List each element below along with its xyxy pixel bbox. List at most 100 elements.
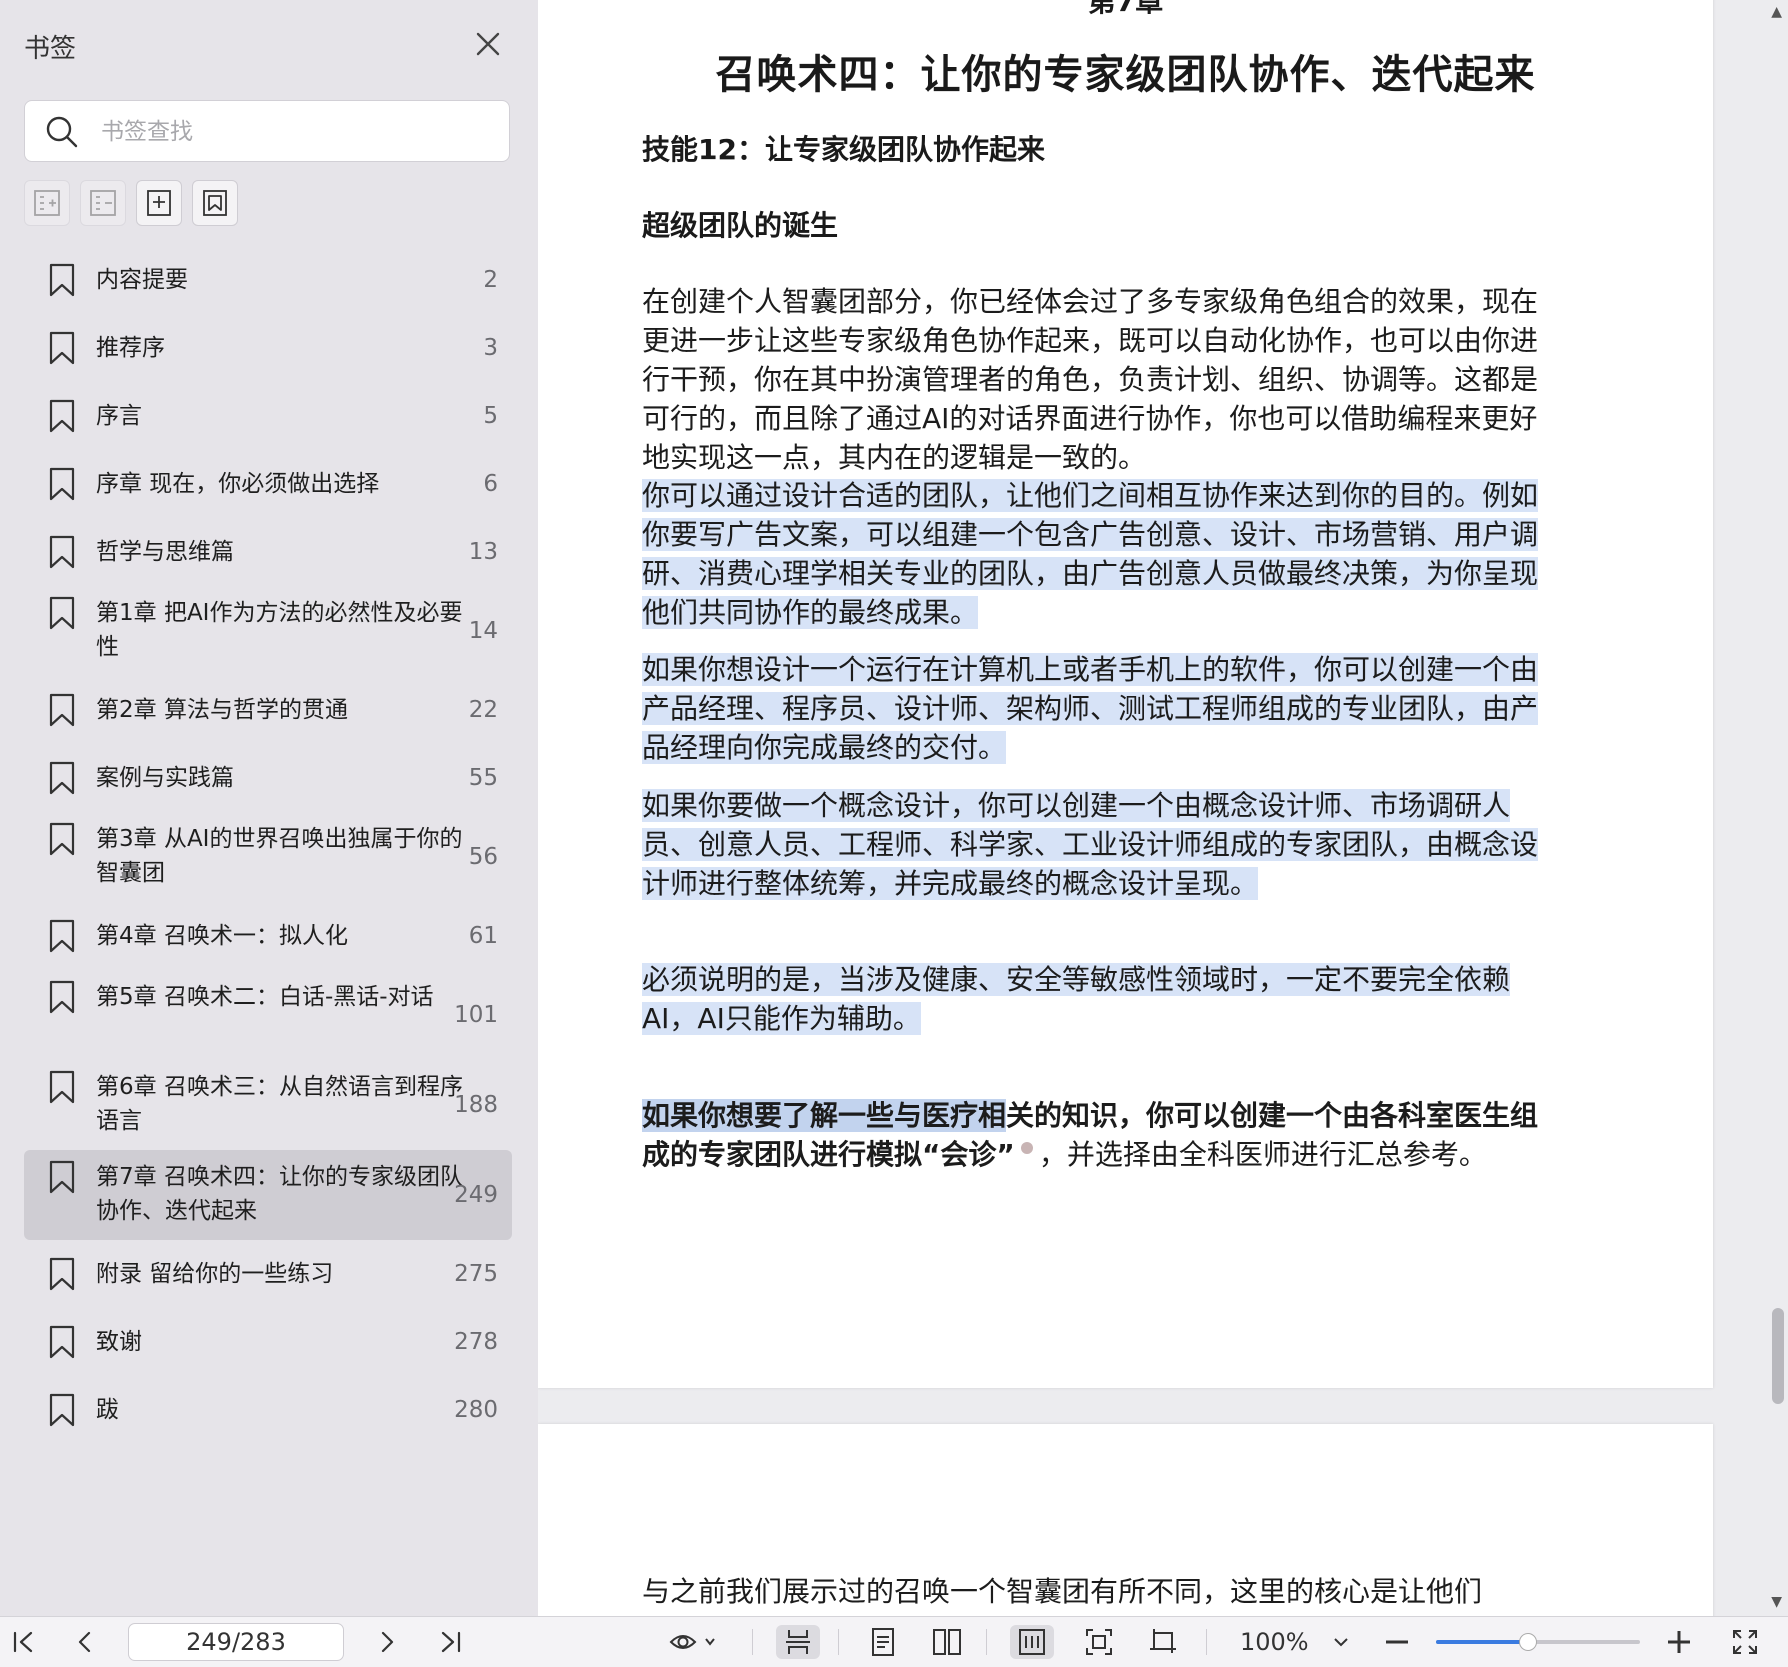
bookmark-icon xyxy=(49,693,75,727)
document-page: 第7章 召唤术四：让你的专家级团队协作、迭代起来 技能12：让专家级团队协作起来… xyxy=(538,0,1713,1388)
last-page-icon[interactable] xyxy=(434,1625,468,1659)
bookmark-item[interactable]: 第1章 把AI作为方法的必然性及必要性 14 xyxy=(24,586,512,676)
bookmark-page-number: 3 xyxy=(483,335,498,361)
add-bookmark-icon xyxy=(147,190,171,216)
paragraph-3[interactable]: 如果你想设计一个运行在计算机上或者手机上的软件，你可以创建一个由产品经理、程序员… xyxy=(642,650,1542,767)
toolbar-divider xyxy=(838,1629,839,1655)
expand-all-button[interactable] xyxy=(24,180,70,226)
zoom-out-icon[interactable] xyxy=(1380,1625,1414,1659)
paragraph-5[interactable]: 必须说明的是，当涉及健康、安全等敏感性领域时，一定不要完全依赖AI，AI只能作为… xyxy=(642,960,1542,1038)
bookmark-item[interactable]: 第4章 召唤术一：拟人化 61 xyxy=(24,902,512,970)
collapse-all-icon xyxy=(90,190,116,216)
bookmark-item[interactable]: 内容提要 2 xyxy=(24,246,512,314)
bookmark-icon xyxy=(49,822,75,856)
zoom-level[interactable]: 100% xyxy=(1240,1625,1309,1659)
add-bookmark-button[interactable] xyxy=(136,180,182,226)
scroll-up-icon[interactable]: ▲ xyxy=(1771,4,1782,20)
document-viewport: 第7章 召唤术四：让你的专家级团队协作、迭代起来 技能12：让专家级团队协作起来… xyxy=(538,0,1788,1616)
highlighted-text: 你可以通过设计合适的团队，让他们之间相互协作来达到你的目的。例如你要写广告文案，… xyxy=(642,479,1539,629)
collapse-all-button[interactable] xyxy=(80,180,126,226)
bookmark-item[interactable]: 致谢 278 xyxy=(24,1308,512,1376)
bookmark-label: 附录 留给你的一些练习 xyxy=(96,1261,334,1287)
bookmark-page-number: 249 xyxy=(454,1182,498,1208)
toolbar-divider xyxy=(752,1629,753,1655)
bookmark-label: 哲学与思维篇 xyxy=(96,539,234,565)
fit-width-button[interactable] xyxy=(1010,1625,1054,1659)
paragraph-1[interactable]: 在创建个人智囊团部分，你已经体会过了多专家级角色组合的效果，现在更进一步让这些专… xyxy=(642,282,1542,477)
footnote-marker[interactable] xyxy=(1020,1141,1033,1154)
bookmark-page-button[interactable] xyxy=(192,180,238,226)
bookmark-item[interactable]: 哲学与思维篇 13 xyxy=(24,518,512,586)
bookmark-item[interactable]: 附录 留给你的一些练习 275 xyxy=(24,1240,512,1308)
bookmark-page-number: 188 xyxy=(454,1092,498,1118)
bookmark-item[interactable]: 推荐序 3 xyxy=(24,314,512,382)
page-number-input[interactable]: 249/283 xyxy=(128,1623,344,1661)
bookmark-item[interactable]: 第3章 从AI的世界召唤出独属于你的智囊团 56 xyxy=(24,812,512,902)
bookmark-page-number: 280 xyxy=(454,1397,498,1423)
bookmark-icon xyxy=(49,1325,75,1359)
fullscreen-icon[interactable] xyxy=(1728,1625,1762,1659)
bookmark-label: 致谢 xyxy=(96,1329,142,1355)
bookmark-search-input[interactable] xyxy=(99,111,493,153)
search-icon xyxy=(46,116,78,148)
bookmark-item[interactable]: 跋 280 xyxy=(24,1376,512,1444)
paragraph-2[interactable]: 你可以通过设计合适的团队，让他们之间相互协作来达到你的目的。例如你要写广告文案，… xyxy=(642,476,1542,632)
bookmark-label: 第1章 把AI作为方法的必然性及必要性 xyxy=(96,600,463,660)
next-page-icon[interactable] xyxy=(370,1625,404,1659)
single-page-icon[interactable] xyxy=(866,1625,900,1659)
bookmark-item[interactable]: 第7章 召唤术四：让你的专家级团队协作、迭代起来 249 xyxy=(24,1150,512,1240)
fit-page-icon[interactable] xyxy=(1082,1625,1116,1659)
bookmark-page-number: 56 xyxy=(468,844,498,870)
vertical-scrollbar[interactable]: ▲ ▼ xyxy=(1764,0,1788,1616)
toolbar-divider xyxy=(986,1629,987,1655)
first-page-icon[interactable] xyxy=(6,1625,40,1659)
paragraph-6[interactable]: 如果你想要了解一些与医疗相关的知识，你可以创建一个由各科室医生组成的专家团队进行… xyxy=(642,1096,1542,1174)
previous-page-icon[interactable] xyxy=(68,1625,102,1659)
bookmark-page-number: 2 xyxy=(483,267,498,293)
bookmark-label: 第2章 算法与哲学的贯通 xyxy=(96,697,348,723)
bookmark-icon xyxy=(49,980,75,1014)
bookmark-page-number: 55 xyxy=(468,765,498,791)
zoom-in-icon[interactable] xyxy=(1662,1625,1696,1659)
zoom-slider[interactable] xyxy=(1436,1633,1640,1651)
zoom-dropdown-icon[interactable] xyxy=(1324,1625,1358,1659)
bookmark-page-number: 6 xyxy=(483,471,498,497)
document-page-next: 与之前我们展示过的召唤一个智囊团有所不同，这里的核心是让他们 xyxy=(538,1424,1713,1616)
two-page-icon[interactable] xyxy=(930,1625,964,1659)
bookmark-search-box xyxy=(24,100,510,162)
bookmark-page-number: 275 xyxy=(454,1261,498,1287)
bookmark-page-icon xyxy=(203,190,227,216)
chapter-title: 召唤术四：让你的专家级团队协作、迭代起来 xyxy=(715,52,1536,98)
bookmark-icon xyxy=(49,1070,75,1104)
bookmark-item[interactable]: 序言 5 xyxy=(24,382,512,450)
bookmark-label: 第7章 召唤术四：让你的专家级团队协作、迭代起来 xyxy=(96,1164,463,1224)
bookmark-item[interactable]: 案例与实践篇 55 xyxy=(24,744,512,812)
bookmark-sidebar: 书签 内容提要 2 推荐序 3 序言 5 序章 现在，你必须做出选择 6 哲学与思维篇 13 第1章… xyxy=(0,0,538,1616)
bookmark-item[interactable]: 序章 现在，你必须做出选择 6 xyxy=(24,450,512,518)
crop-icon[interactable] xyxy=(1146,1625,1180,1659)
bookmark-page-number: 5 xyxy=(483,403,498,429)
bookmark-icon xyxy=(49,399,75,433)
bookmark-item[interactable]: 第6章 召唤术三：从自然语言到程序语言 188 xyxy=(24,1060,512,1150)
view-mode-icon[interactable] xyxy=(668,1625,718,1659)
bookmark-icon xyxy=(49,596,75,630)
bookmark-item[interactable]: 第5章 召唤术二：白话-黑话-对话 101 xyxy=(24,970,512,1060)
bookmark-page-number: 278 xyxy=(454,1329,498,1355)
bookmark-icon xyxy=(49,919,75,953)
bookmark-label: 推荐序 xyxy=(96,335,165,361)
paragraph-4[interactable]: 如果你要做一个概念设计，你可以创建一个由概念设计师、市场调研人员、创意人员、工程… xyxy=(642,786,1542,903)
bookmark-label: 跋 xyxy=(96,1397,119,1423)
bookmark-icon xyxy=(49,263,75,297)
bookmark-icon xyxy=(49,1393,75,1427)
continuous-scroll-button[interactable] xyxy=(776,1625,820,1659)
bookmark-item[interactable]: 第2章 算法与哲学的贯通 22 xyxy=(24,676,512,744)
zoom-slider-knob[interactable] xyxy=(1518,1633,1537,1651)
scroll-down-icon[interactable]: ▼ xyxy=(1771,1594,1782,1610)
bookmark-label: 第6章 召唤术三：从自然语言到程序语言 xyxy=(96,1074,463,1134)
bookmark-page-number: 61 xyxy=(468,923,498,949)
zoom-slider-fill xyxy=(1436,1640,1528,1644)
close-icon[interactable] xyxy=(470,26,506,62)
highlighted-text: 如果你想设计一个运行在计算机上或者手机上的软件，你可以创建一个由产品经理、程序员… xyxy=(642,653,1539,764)
paragraph-7[interactable]: 与之前我们展示过的召唤一个智囊团有所不同，这里的核心是让他们 xyxy=(642,1572,1542,1611)
scrollbar-thumb[interactable] xyxy=(1772,1308,1784,1404)
